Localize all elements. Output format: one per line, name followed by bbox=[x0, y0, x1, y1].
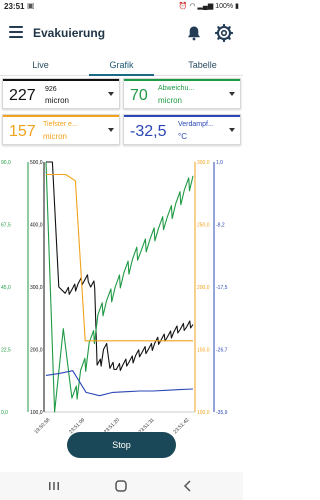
tick-label-black: 400,0 bbox=[30, 223, 43, 229]
tick-label-orange: 200,0 bbox=[197, 285, 210, 291]
tab-grafik[interactable]: Grafik bbox=[81, 53, 162, 76]
tab-tabelle[interactable]: Tabelle bbox=[162, 53, 243, 75]
card-value: 70 bbox=[130, 87, 148, 104]
card-fraction: 926 bbox=[45, 86, 57, 93]
tab-bar: Live Grafik Tabelle bbox=[0, 53, 243, 76]
bell-icon[interactable] bbox=[186, 25, 202, 41]
card-label: Abweichu... bbox=[158, 85, 195, 92]
card-color-bar bbox=[124, 79, 240, 81]
card-unit: °C bbox=[178, 132, 187, 141]
wifi-icon: ◠ bbox=[189, 3, 196, 10]
status-icons: ⏰ ◠ ▂▄▆ 100% ▮ bbox=[178, 2, 239, 11]
tick-label-black: 500,0 bbox=[30, 160, 43, 166]
card-value: 157 bbox=[9, 123, 36, 140]
card-value: -32,5 bbox=[130, 123, 167, 140]
tick-label-orange: 250,0 bbox=[197, 223, 210, 229]
tick-label-blue: -26,7 bbox=[216, 348, 228, 354]
image-icon: ▣ bbox=[27, 1, 35, 10]
tick-label-green: 67,5 bbox=[1, 223, 11, 229]
card-deviation[interactable]: 70 Abweichu... micron bbox=[123, 78, 241, 109]
value-cards: 227 926 micron 70 Abweichu... micron 157… bbox=[0, 78, 243, 148]
chevron-down-icon bbox=[108, 128, 114, 132]
card-evaporator[interactable]: -32,5 Verdampf... °C bbox=[123, 114, 241, 145]
evacuation-chart: 90,0 67,5 45,0 22,5 0,0 500,0 400,0 300,0 200,0 1… bbox=[1, 160, 228, 435]
series-line bbox=[46, 161, 194, 372]
tick-label-blue: -17,5 bbox=[216, 285, 228, 291]
card-value: 227 bbox=[9, 87, 36, 104]
card-label: Verdampf... bbox=[178, 121, 214, 128]
stop-button[interactable]: Stop bbox=[67, 432, 176, 458]
card-color-bar bbox=[3, 79, 119, 81]
back-icon[interactable] bbox=[180, 478, 196, 494]
status-bar: 23:51 ▣ ⏰ ◠ ▂▄▆ 100% ▮ bbox=[0, 0, 243, 13]
home-icon[interactable] bbox=[113, 478, 129, 494]
tick-label-orange: 100,0 bbox=[197, 410, 210, 416]
status-time: 23:51 bbox=[4, 2, 25, 11]
card-vacuum[interactable]: 227 926 micron bbox=[2, 78, 120, 109]
tick-label-green: 22,5 bbox=[1, 348, 11, 354]
series-line bbox=[45, 370, 194, 397]
tick-label-black: 100,0 bbox=[30, 410, 43, 416]
tick-label-black: 300,0 bbox=[30, 285, 43, 291]
alarm-icon: ⏰ bbox=[178, 3, 188, 10]
chevron-down-icon bbox=[229, 128, 235, 132]
card-unit: micron bbox=[43, 132, 68, 141]
chevron-down-icon bbox=[108, 92, 114, 96]
signal-icon: ▂▄▆ bbox=[197, 3, 214, 10]
tick-label-black: 200,0 bbox=[30, 348, 43, 354]
card-unit: micron bbox=[158, 96, 183, 105]
tick-label-green: 90,0 bbox=[1, 160, 11, 166]
tick-label-blue: -35,9 bbox=[216, 410, 228, 416]
chevron-down-icon bbox=[229, 92, 235, 96]
tick-label-blue: -8,2 bbox=[216, 223, 225, 229]
card-color-bar bbox=[124, 115, 240, 117]
tick-label-orange: 300,0 bbox=[197, 160, 210, 166]
x-tick-label: 23:51:42 bbox=[172, 417, 190, 435]
system-nav-bar bbox=[0, 472, 243, 500]
app-bar: Evakuierung bbox=[0, 13, 243, 53]
card-color-bar bbox=[3, 115, 119, 117]
tick-label-orange: 150,0 bbox=[197, 348, 210, 354]
recent-apps-icon[interactable] bbox=[46, 478, 62, 494]
x-tick-label: 19:50:58 bbox=[33, 417, 51, 435]
battery-icon: ▮ bbox=[235, 3, 239, 10]
battery-text: 100% bbox=[215, 2, 234, 10]
card-lowest[interactable]: 157 Tiefster e... micron bbox=[2, 114, 120, 145]
series-line bbox=[46, 173, 193, 342]
card-unit: micron bbox=[45, 96, 70, 105]
tick-label-blue: 1,0 bbox=[216, 160, 223, 166]
tab-live[interactable]: Live bbox=[0, 53, 81, 75]
page-title: Evakuierung bbox=[33, 26, 106, 40]
gear-icon[interactable] bbox=[215, 24, 233, 42]
card-label: Tiefster e... bbox=[43, 121, 78, 128]
menu-icon[interactable] bbox=[9, 26, 23, 38]
tick-label-green: 45,0 bbox=[1, 285, 11, 291]
tick-label-green: 0,0 bbox=[1, 410, 8, 416]
